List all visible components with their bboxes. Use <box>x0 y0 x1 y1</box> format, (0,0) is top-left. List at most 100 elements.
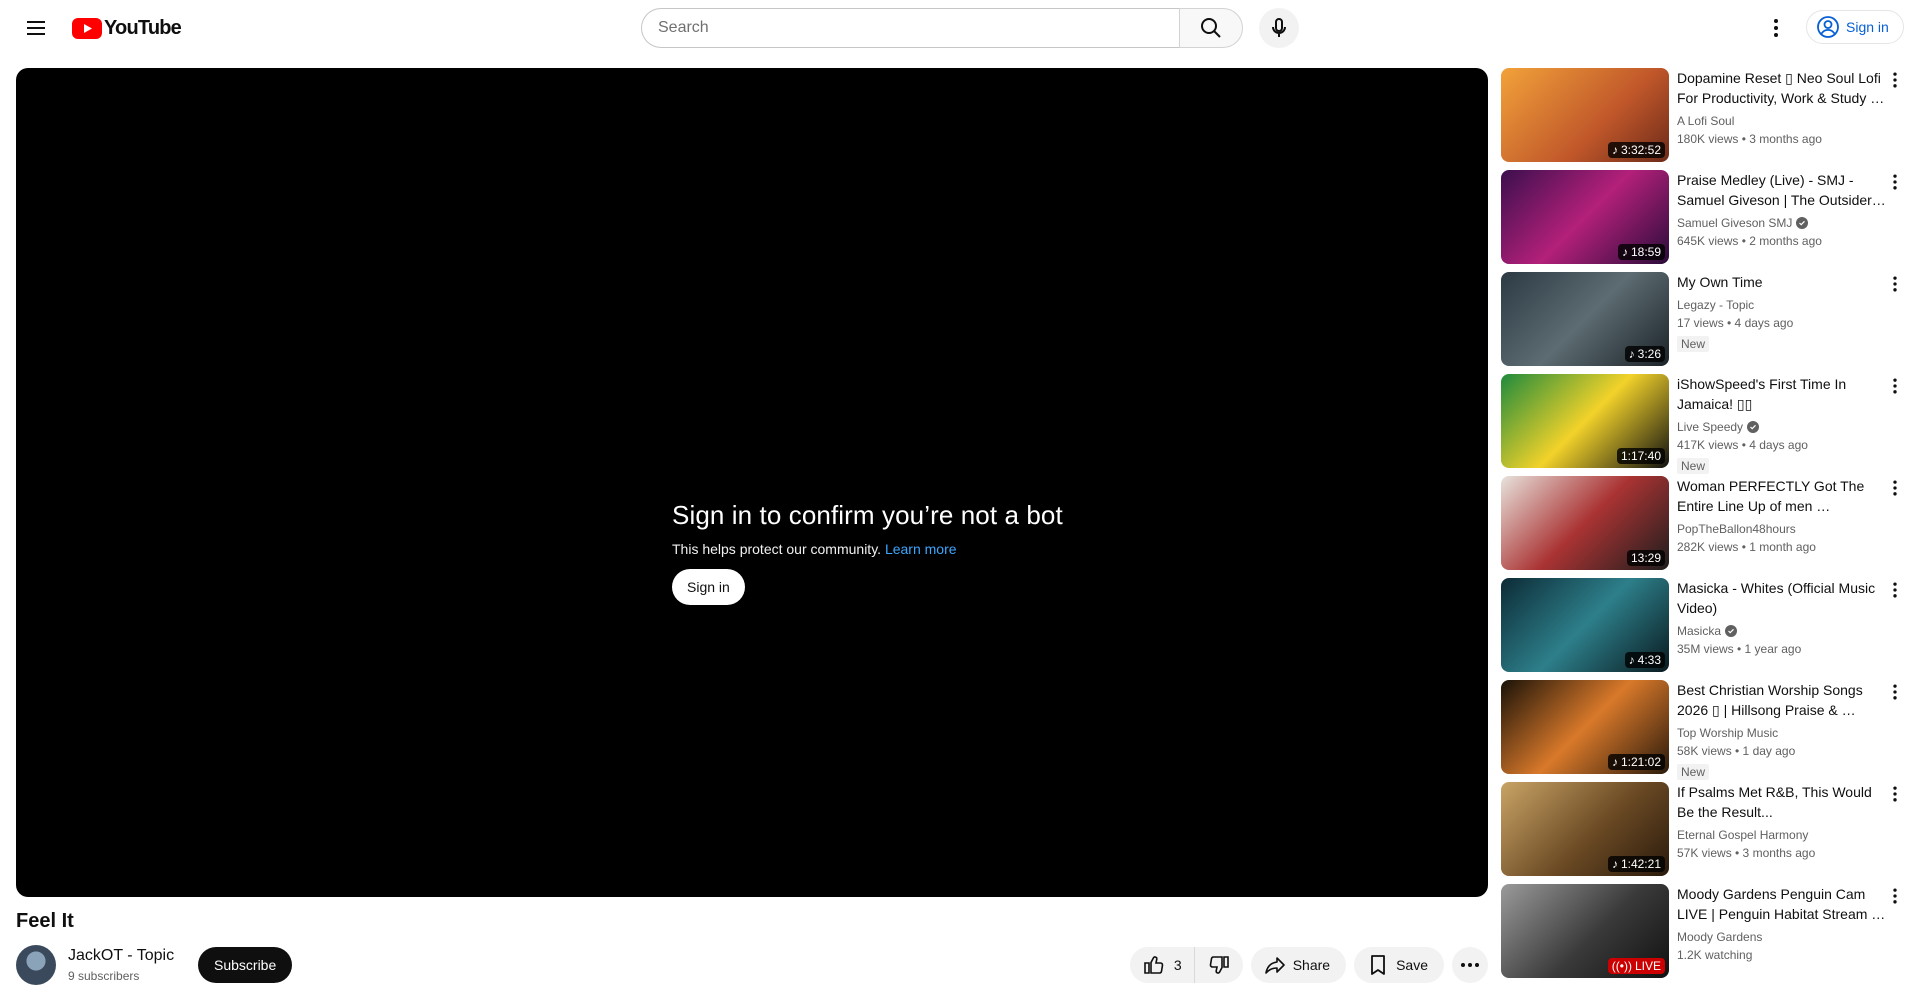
video-action-menu-button[interactable] <box>1883 884 1907 908</box>
channel-line: Eternal Gospel Harmony <box>1677 826 1887 844</box>
youtube-logo[interactable]: YouTube <box>72 16 182 40</box>
video-title-link[interactable]: Masicka - Whites (Official Music Video) <box>1677 578 1887 618</box>
more-actions-button[interactable] <box>1452 947 1488 983</box>
video-action-menu-button[interactable] <box>1883 578 1907 602</box>
duration-text: 3:26 <box>1637 347 1661 361</box>
video-title-link[interactable]: Moody Gardens Penguin Cam LIVE | Penguin… <box>1677 884 1887 924</box>
video-action-menu-button[interactable] <box>1883 374 1907 398</box>
bookmark-icon <box>1371 955 1385 975</box>
video-title-link[interactable]: Best Christian Worship Songs 2026 ▯ | Hi… <box>1677 680 1887 720</box>
channel-name[interactable]: Masicka <box>1677 622 1721 640</box>
video-meta: Moody Gardens Penguin Cam LIVE | Penguin… <box>1677 884 1887 978</box>
recommended-video[interactable]: ♪ 1:21:02 Best Christian Worship Songs 2… <box>1501 680 1907 780</box>
duration-badge: ♪ 1:21:02 <box>1607 754 1665 770</box>
recommended-video[interactable]: ♪ 1:42:21 If Psalms Met R&B, This Would … <box>1501 782 1907 876</box>
video-thumbnail[interactable]: ♪ 3:26 <box>1501 272 1669 366</box>
recommended-video[interactable]: ♪ 3:32:52 Dopamine Reset ▯ Neo Soul Lofi… <box>1501 68 1907 162</box>
guide-menu-button[interactable] <box>16 8 56 48</box>
kebab-menu-icon <box>1893 72 1897 88</box>
video-thumbnail[interactable]: 13:29 <box>1501 476 1669 570</box>
subscribe-button[interactable]: Subscribe <box>198 947 293 983</box>
owner-row: JackOT - Topic 9 subscribers Subscribe 3… <box>16 945 1488 985</box>
duration-text: 1:42:21 <box>1620 857 1661 871</box>
channel-name[interactable]: A Lofi Soul <box>1677 112 1734 130</box>
video-stats: 58K views • 1 day ago <box>1677 744 1796 758</box>
duration-text: 1:17:40 <box>1620 449 1661 463</box>
music-note-icon: ♪ <box>1628 653 1635 667</box>
share-button[interactable]: Share <box>1250 947 1347 983</box>
video-title-link[interactable]: Dopamine Reset ▯ Neo Soul Lofi For Produ… <box>1677 68 1887 108</box>
kebab-menu-icon <box>1893 174 1897 190</box>
duration-badge: ♪ 3:32:52 <box>1607 142 1665 158</box>
save-button[interactable]: Save <box>1354 947 1444 983</box>
kebab-menu-icon <box>1893 888 1897 904</box>
video-title-link[interactable]: iShowSpeed's First Time In Jamaica! ▯▯ <box>1677 374 1887 414</box>
new-badge: New <box>1677 336 1710 352</box>
video-action-menu-button[interactable] <box>1883 68 1907 92</box>
channel-name[interactable]: Top Worship Music <box>1677 724 1778 742</box>
video-title-link[interactable]: Praise Medley (Live) - SMJ - Samuel Give… <box>1677 170 1887 210</box>
music-note-icon: ♪ <box>1611 755 1618 769</box>
channel-name[interactable]: Legazy - Topic <box>1677 296 1754 314</box>
channel-name[interactable]: Samuel Giveson SMJ <box>1677 214 1792 232</box>
player-sign-in-button[interactable]: Sign in <box>672 569 745 605</box>
like-button[interactable]: 3 <box>1129 947 1195 983</box>
bot-check-subtitle: This helps protect our community. Learn … <box>672 541 1063 557</box>
video-meta: Praise Medley (Live) - SMJ - Samuel Give… <box>1677 170 1887 264</box>
video-title-link[interactable]: My Own Time <box>1677 272 1887 292</box>
masthead: YouTube Sign in <box>0 0 1920 56</box>
bot-check-panel: Sign in to confirm you’re not a bot This… <box>672 500 1063 605</box>
sign-in-label: Sign in <box>1846 19 1889 35</box>
video-action-menu-button[interactable] <box>1883 272 1907 296</box>
video-stats: 417K views • 4 days ago <box>1677 438 1808 452</box>
video-meta: Masicka - Whites (Official Music Video) … <box>1677 578 1887 672</box>
channel-name[interactable]: JackOT - Topic <box>68 947 174 965</box>
video-action-menu-button[interactable] <box>1883 680 1907 704</box>
recommended-video[interactable]: 1:17:40 iShowSpeed's First Time In Jamai… <box>1501 374 1907 474</box>
video-title-link[interactable]: Woman PERFECTLY Got The Entire Line Up o… <box>1677 476 1887 516</box>
account-icon <box>1817 16 1839 38</box>
dislike-button[interactable] <box>1194 947 1243 983</box>
recommended-video[interactable]: ♪ 18:59 Praise Medley (Live) - SMJ - Sam… <box>1501 170 1907 264</box>
like-dislike-group: 3 <box>1129 947 1243 983</box>
channel-name[interactable]: Moody Gardens <box>1677 928 1762 946</box>
video-thumbnail[interactable]: ♪ 18:59 <box>1501 170 1669 264</box>
video-thumbnail[interactable]: ♪ 1:42:21 <box>1501 782 1669 876</box>
channel-name[interactable]: Eternal Gospel Harmony <box>1677 826 1808 844</box>
search-input[interactable] <box>641 8 1179 48</box>
video-thumbnail[interactable]: 1:17:40 <box>1501 374 1669 468</box>
recommended-video[interactable]: ((•)) LIVE Moody Gardens Penguin Cam LIV… <box>1501 884 1907 978</box>
like-count: 3 <box>1173 957 1182 973</box>
video-title: Feel It <box>16 910 74 932</box>
subscriber-count: 9 subscribers <box>68 969 140 983</box>
settings-more-button[interactable] <box>1756 8 1796 48</box>
recommended-video[interactable]: ♪ 4:33 Masicka - Whites (Official Music … <box>1501 578 1907 672</box>
recommended-video[interactable]: 13:29 Woman PERFECTLY Got The Entire Lin… <box>1501 476 1907 570</box>
video-thumbnail[interactable]: ♪ 1:21:02 <box>1501 680 1669 774</box>
channel-avatar[interactable] <box>16 945 56 985</box>
video-action-menu-button[interactable] <box>1883 782 1907 806</box>
duration-text: 18:59 <box>1630 245 1661 259</box>
header-sign-in-button[interactable]: Sign in <box>1806 10 1904 44</box>
video-action-menu-button[interactable] <box>1883 476 1907 500</box>
search-icon <box>1201 18 1221 38</box>
video-action-menu-button[interactable] <box>1883 170 1907 194</box>
video-player[interactable]: Sign in to confirm you’re not a bot This… <box>16 68 1488 897</box>
video-stats: 282K views • 1 month ago <box>1677 540 1816 554</box>
duration-badge: ♪ 18:59 <box>1617 244 1665 260</box>
channel-name[interactable]: Live Speedy <box>1677 418 1743 436</box>
video-title-link[interactable]: If Psalms Met R&B, This Would Be the Res… <box>1677 782 1887 822</box>
recommended-video[interactable]: ♪ 3:26 My Own Time Legazy - Topic 17 vie… <box>1501 272 1907 366</box>
thumbs-up-icon <box>1144 956 1164 974</box>
video-thumbnail[interactable]: ((•)) LIVE <box>1501 884 1669 978</box>
learn-more-link[interactable]: Learn more <box>885 541 957 557</box>
video-stats: 57K views • 3 months ago <box>1677 846 1816 860</box>
video-meta: Best Christian Worship Songs 2026 ▯ | Hi… <box>1677 680 1887 780</box>
video-thumbnail[interactable]: ♪ 3:32:52 <box>1501 68 1669 162</box>
search-button[interactable] <box>1179 8 1243 48</box>
voice-search-button[interactable] <box>1259 8 1299 48</box>
channel-name[interactable]: PopTheBallon48hours <box>1677 520 1796 538</box>
verified-badge-icon <box>1747 421 1760 433</box>
channel-line: Moody Gardens <box>1677 928 1887 946</box>
video-thumbnail[interactable]: ♪ 4:33 <box>1501 578 1669 672</box>
